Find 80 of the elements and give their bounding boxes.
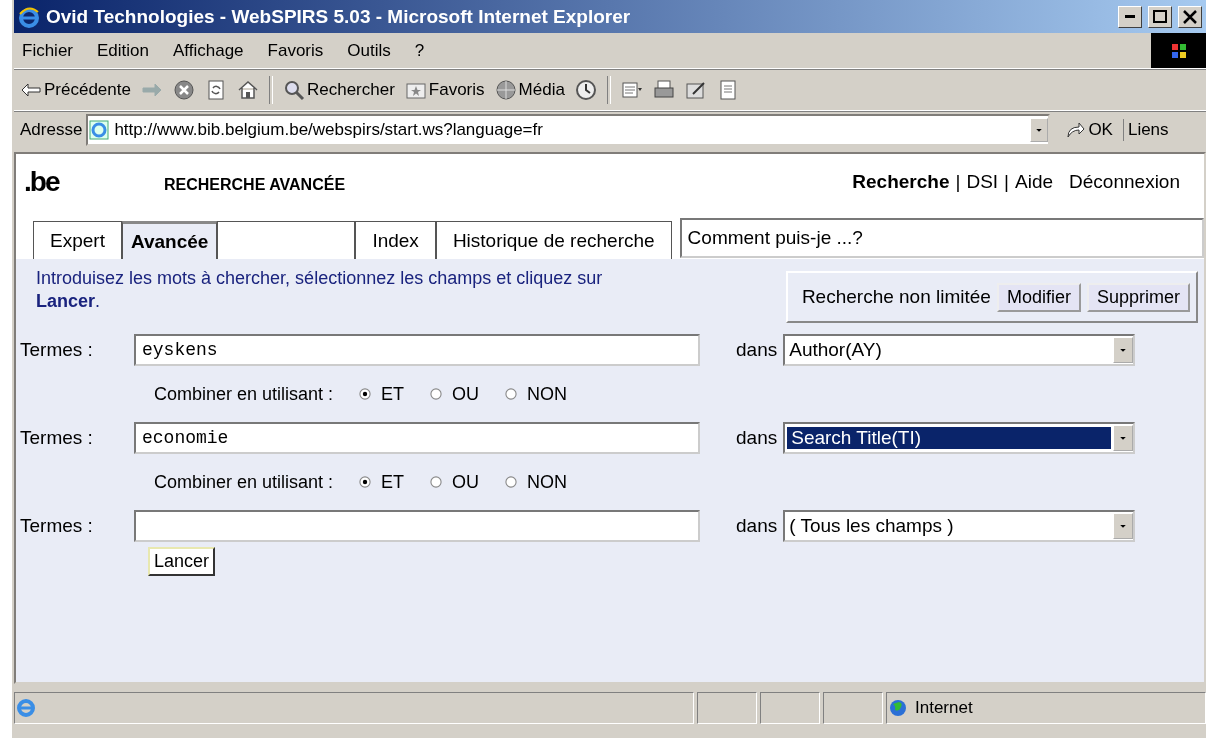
radio-option[interactable]: ET [357,471,405,493]
ie-logo-icon [15,697,37,719]
menu-item[interactable]: Fichier [22,40,85,61]
terms-field[interactable]: eyskens [134,334,700,366]
stop-button[interactable] [172,79,195,101]
tab[interactable]: Index [355,221,436,259]
globe-icon [494,79,517,101]
maximize-icon [1153,10,1167,23]
menu-item[interactable]: Favoris [267,40,336,61]
maximize-button[interactable] [1148,5,1172,28]
field-label: dans [736,339,778,361]
limit-button[interactable]: Modifier [996,282,1081,312]
logo: .be [24,165,60,198]
help-field[interactable]: Comment puis-je ...? [679,218,1204,258]
toolbar-button[interactable]: Média [494,79,565,101]
close-icon [1183,9,1197,24]
nav-link[interactable]: Déconnexion [1069,170,1180,193]
home-icon [236,79,259,101]
radio-option[interactable]: ET [357,383,405,405]
printer-icon [652,79,675,101]
terms-label: Termes : [20,515,94,537]
tab[interactable]: Avancée [121,221,218,259]
limit-status: Recherche non limitée [801,286,991,308]
terms-field[interactable]: economie [134,422,700,454]
globe-icon [887,697,909,719]
radio-option[interactable]: NON [503,471,568,493]
submit-button[interactable]: Lancer [148,547,216,576]
page-icon [88,119,111,141]
field-dropdown[interactable]: Author(AY) [783,334,1136,366]
address-label: Adresse [20,120,83,140]
nav-link[interactable]: Recherche [852,170,950,193]
status-pane [760,692,820,724]
menu-item[interactable]: Edition [97,40,161,61]
window-title: Ovid Technologies - WebSPIRS 5.03 - Microsoft Internet Explorer [46,5,632,28]
field-dropdown[interactable]: Search Title(TI) [783,422,1136,454]
clock-button[interactable] [574,79,597,101]
printer-button[interactable] [652,79,675,101]
tab[interactable]: Expert [33,221,122,259]
field-label: dans [736,427,778,449]
page-heading: RECHERCHE AVANCÉE [164,175,347,194]
go-button[interactable]: OK [1064,119,1124,141]
combine-label: Combiner en utilisant : [154,471,334,493]
nav-link[interactable]: Aide [1015,170,1054,193]
links-label[interactable]: Liens [1127,120,1169,140]
minimize-icon [1125,15,1135,18]
terms-label: Termes : [20,427,94,449]
menu-item[interactable]: Affichage [173,40,256,61]
field-dropdown[interactable]: ( Tous les champs ) [783,510,1136,542]
radio-option[interactable]: NON [503,383,568,405]
menu-item[interactable]: Outils [347,40,403,61]
close-button[interactable] [1178,5,1202,28]
nav-separator: | [1004,170,1010,193]
combine-label: Combiner en utilisant : [154,383,334,405]
radio-option[interactable]: OU [428,383,480,405]
terms-label: Termes : [20,339,94,361]
nav-separator: | [955,170,961,193]
terms-field[interactable] [134,510,700,542]
home-button[interactable] [236,79,259,101]
tab[interactable] [217,221,356,259]
limit-button[interactable]: Supprimer [1086,282,1190,312]
field-label: dans [736,515,778,537]
search-icon [282,79,305,101]
edit-page-button[interactable] [684,79,707,101]
tab[interactable]: Historique de recherche [435,221,672,259]
nav-link[interactable]: DSI [966,170,999,193]
toolbar-button[interactable]: Rechercher [282,79,395,101]
toolbar-button[interactable]: Favoris [404,79,485,101]
minimize-button[interactable] [1118,5,1142,28]
menu-item[interactable]: ? [414,40,437,61]
status-pane [823,692,883,724]
ie-logo-icon [18,5,40,28]
zone-pane: Internet [886,692,1206,724]
status-pane [697,692,757,724]
address-field[interactable]: http://www.bib.belgium.be/webspirs/start.ws?language=fr [86,114,1051,146]
radio-option[interactable]: OU [428,471,480,493]
stop-icon [172,79,195,101]
clock-icon [574,79,597,101]
toolbar-button[interactable]: Précédente [20,79,131,101]
edit-page-icon [684,79,707,101]
instruction-text: Introduisez les mots à chercher, sélectionnez les champs et cliquez sur Lancer. [36,267,604,314]
